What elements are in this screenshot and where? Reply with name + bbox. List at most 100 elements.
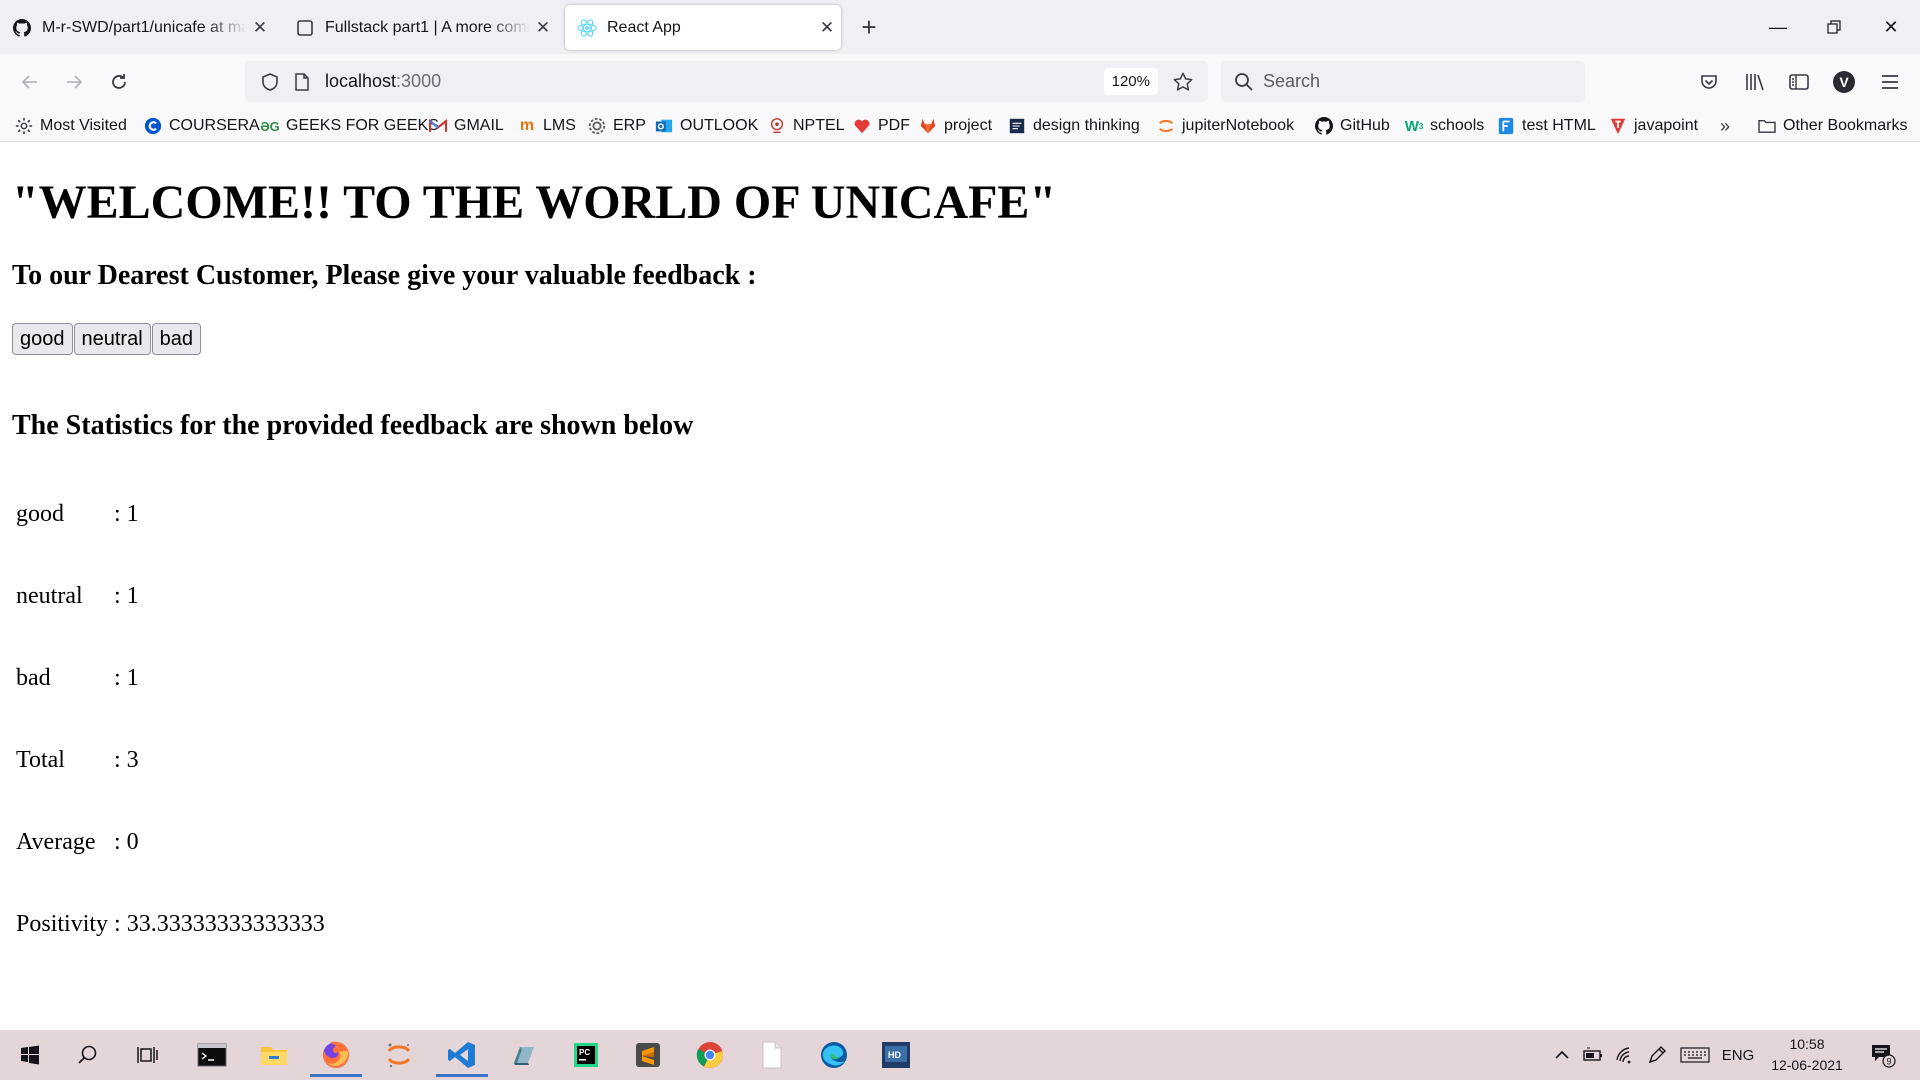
reload-button[interactable]	[101, 64, 137, 100]
back-button[interactable]	[12, 64, 48, 100]
bookmark-design-thinking[interactable]: design thinking	[1007, 113, 1140, 139]
good-button[interactable]: good	[12, 323, 73, 355]
forward-button[interactable]	[56, 64, 92, 100]
tab-react-app[interactable]: React App ✕	[565, 5, 841, 50]
bookmark-jupiternotebook[interactable]: jupiterNotebook	[1156, 113, 1294, 139]
bookmark-label: javapoint	[1634, 117, 1699, 134]
clock-time: 10:58	[1789, 1036, 1825, 1052]
bookmark-label: project	[944, 117, 993, 134]
keyboard-icon[interactable]	[1678, 1042, 1712, 1068]
pen-icon[interactable]	[1645, 1042, 1669, 1068]
edge-icon[interactable]	[804, 1033, 864, 1077]
wifi-icon[interactable]	[1613, 1042, 1637, 1068]
bookmark-label: GEEKS FOR GEEKS	[286, 117, 439, 134]
jupyter-icon[interactable]	[369, 1033, 429, 1077]
bookmark-project[interactable]: project	[918, 113, 992, 139]
stat-row-average: Average: 0	[16, 829, 139, 856]
nptel-icon	[767, 116, 787, 136]
javatpoint-icon	[1608, 116, 1628, 136]
shield-icon[interactable]	[257, 69, 283, 95]
bookmark-schools[interactable]: W3 schools	[1404, 113, 1485, 139]
show-hidden-icons-chevron-icon[interactable]	[1551, 1042, 1573, 1068]
app-icon[interactable]: HD	[866, 1033, 926, 1077]
menu-icon[interactable]	[1874, 66, 1906, 98]
bookmark-geeks-for-geeks[interactable]: ƏG GEEKS FOR GEEKS	[260, 113, 439, 139]
close-window-button[interactable]: ✕	[1868, 10, 1914, 44]
more-bookmarks-chevron-icon[interactable]: »	[1720, 113, 1730, 139]
svg-text:PC: PC	[579, 1048, 590, 1057]
notification-center-icon[interactable]: 9	[1863, 1042, 1903, 1068]
bookmark-star-icon[interactable]	[1168, 67, 1198, 97]
statistics-heading: The Statistics for the provided feedback…	[12, 410, 694, 441]
bookmark-label: LMS	[543, 117, 576, 134]
sidebar-icon[interactable]	[1783, 66, 1815, 98]
neutral-button[interactable]: neutral	[73, 323, 151, 355]
sublime-icon[interactable]	[618, 1033, 678, 1077]
feedback-buttons: good neutral bad	[12, 323, 202, 355]
windows-start-icon[interactable]	[0, 1033, 60, 1077]
bookmark-label: NPTEL	[793, 117, 845, 134]
bookmarks-toolbar: Most Visited COURSERA ƏG GEEKS FOR GEEKS…	[0, 110, 1920, 142]
gfg-icon: ƏG	[260, 118, 280, 134]
bookmark-label: COURSERA	[169, 117, 260, 134]
page-info-icon[interactable]	[289, 69, 315, 95]
bookmark-label: ERP	[613, 117, 646, 134]
bookmark-coursera[interactable]: COURSERA	[143, 113, 260, 139]
file-explorer-icon[interactable]	[244, 1033, 304, 1077]
new-tab-button[interactable]: +	[853, 12, 885, 44]
bookmark-lms[interactable]: m LMS	[517, 113, 576, 139]
bookmark-javapoint[interactable]: javapoint	[1608, 113, 1698, 139]
search-icon[interactable]	[58, 1033, 118, 1077]
chrome-icon[interactable]	[680, 1033, 740, 1077]
stat-row-total: Total: 3	[16, 747, 139, 774]
search-input[interactable]: Search	[1263, 71, 1320, 92]
bookmark-test-html[interactable]: test HTML	[1496, 113, 1596, 139]
zoom-level-button[interactable]: 120%	[1103, 68, 1158, 95]
close-icon[interactable]: ✕	[529, 18, 557, 38]
file-icon[interactable]	[742, 1033, 802, 1077]
bookmark-gmail[interactable]: GMAIL	[428, 113, 504, 139]
navigation-toolbar: localhost:3000 120% Search V	[0, 54, 1920, 110]
minimize-button[interactable]: —	[1755, 10, 1801, 44]
task-view-icon[interactable]	[118, 1033, 178, 1077]
vscode-icon[interactable]	[432, 1033, 492, 1077]
firefox-icon[interactable]	[306, 1033, 366, 1077]
url-text[interactable]: localhost:3000	[325, 71, 441, 92]
pycharm-icon[interactable]: PC	[556, 1033, 616, 1077]
drive-icon[interactable]	[494, 1033, 554, 1077]
bookmark-erp[interactable]: ERP	[587, 113, 646, 139]
erp-icon	[587, 116, 607, 136]
account-avatar[interactable]: V	[1828, 66, 1860, 98]
bookmark-most-visited[interactable]: Most Visited	[14, 113, 127, 139]
clock-date: 12-06-2021	[1771, 1057, 1843, 1073]
bad-button[interactable]: bad	[151, 323, 202, 355]
stat-value: : 3	[114, 747, 139, 773]
gitlab-icon	[918, 116, 938, 136]
battery-icon[interactable]	[1581, 1042, 1605, 1068]
library-icon[interactable]	[1739, 66, 1771, 98]
address-bar[interactable]: localhost:3000 120%	[245, 61, 1208, 102]
language-indicator[interactable]: ENG	[1718, 1042, 1758, 1068]
terminal-icon[interactable]	[182, 1033, 242, 1077]
tab-fullstack-part1[interactable]: Fullstack part1 | A more complex state ✕	[283, 5, 557, 50]
stat-row-bad: bad : 1	[16, 665, 139, 692]
page-title: "WELCOME!! TO THE WORLD OF UNICAFE"	[12, 176, 1057, 229]
bookmark-outlook[interactable]: OUTLOOK	[654, 113, 758, 139]
bookmark-nptel[interactable]: NPTEL	[767, 113, 845, 139]
tab-github-unicafe[interactable]: M-r-SWD/part1/unicafe at master ✕	[0, 5, 274, 50]
restore-button[interactable]	[1811, 10, 1857, 44]
close-icon[interactable]: ✕	[246, 18, 274, 38]
bookmark-pdf[interactable]: PDF	[852, 113, 910, 139]
stat-label: Positivity	[16, 911, 109, 937]
other-bookmarks-folder[interactable]: Other Bookmarks	[1757, 113, 1907, 139]
system-clock[interactable]: 10:58 12-06-2021	[1762, 1034, 1852, 1076]
search-bar[interactable]: Search	[1221, 61, 1585, 102]
stat-value: : 1	[114, 501, 139, 527]
tab-title: React App	[607, 18, 681, 36]
stat-label: bad	[16, 665, 51, 691]
pocket-icon[interactable]	[1693, 66, 1725, 98]
bookmark-github[interactable]: GitHub	[1314, 113, 1390, 139]
close-icon[interactable]: ✕	[813, 18, 841, 38]
stat-value: : 1	[114, 665, 139, 691]
notification-count: 9	[1886, 1057, 1891, 1067]
